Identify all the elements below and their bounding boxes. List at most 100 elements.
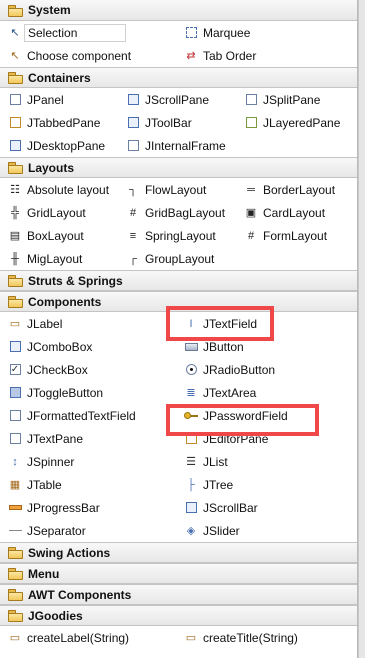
- tool-selection[interactable]: ↖ Selection: [0, 21, 176, 44]
- palette-item-jbutton[interactable]: JButton: [176, 335, 358, 358]
- key-icon: [184, 409, 198, 423]
- palette-item-jpasswordfield[interactable]: JPasswordField: [176, 404, 358, 427]
- category-layouts[interactable]: Layouts: [0, 157, 357, 178]
- spinner-icon: ↕: [12, 455, 18, 468]
- folder-icon: [8, 4, 23, 17]
- grid-layout-icon: ╬: [11, 206, 19, 219]
- category-menu[interactable]: Menu: [0, 563, 357, 584]
- tool-marquee[interactable]: Marquee: [176, 21, 358, 44]
- palette-item-flowlayout[interactable]: ┐ FlowLayout: [118, 178, 236, 201]
- category-swing-actions[interactable]: Swing Actions: [0, 542, 357, 563]
- palette-item-jinternalframe[interactable]: JInternalFrame: [118, 134, 236, 157]
- progressbar-icon: [8, 501, 22, 515]
- card-layout-icon: ▣: [245, 206, 257, 219]
- box-layout-icon: ▤: [9, 229, 21, 242]
- palette-item-jsplitpane[interactable]: JSplitPane: [236, 88, 358, 111]
- palette-item-jtogglebutton[interactable]: JToggleButton: [0, 381, 176, 404]
- scrollpane-icon: [126, 93, 140, 107]
- tree-icon: ├: [187, 478, 195, 491]
- textfield-icon: I: [189, 317, 193, 330]
- border-layout-icon: ═: [247, 183, 255, 196]
- label-icon: ▭: [9, 317, 21, 330]
- mig-layout-icon: ╫: [11, 252, 19, 265]
- palette-item-jeditorpane[interactable]: JEditorPane: [176, 427, 358, 450]
- palette-item-jtable[interactable]: ▦ JTable: [0, 473, 176, 496]
- palette-item-jcombobox[interactable]: JComboBox: [0, 335, 176, 358]
- button-icon: [184, 340, 198, 354]
- palette-scrollbar[interactable]: [358, 0, 365, 658]
- category-system[interactable]: System: [0, 0, 357, 21]
- palette-item-jlist[interactable]: ☰ JList: [176, 450, 358, 473]
- category-label: Components: [28, 294, 102, 309]
- category-jgoodies[interactable]: JGoodies: [0, 605, 357, 626]
- palette-item-jscrollbar[interactable]: JScrollBar: [176, 496, 358, 519]
- folder-icon: [8, 610, 23, 622]
- separator-icon: [8, 524, 22, 538]
- category-components[interactable]: Components: [0, 291, 357, 312]
- palette-item-miglayout[interactable]: ╫ MigLayout: [0, 247, 118, 270]
- layeredpane-icon: [244, 116, 258, 130]
- category-containers[interactable]: Containers: [0, 67, 357, 88]
- textpane-icon: [8, 432, 22, 446]
- folder-icon: [8, 568, 23, 580]
- palette-item-absolute-layout[interactable]: ☷ Absolute layout: [0, 178, 118, 201]
- panel-icon: [8, 93, 22, 107]
- radio-icon: [184, 363, 198, 377]
- palette-item-jtextpane[interactable]: JTextPane: [0, 427, 176, 450]
- category-label: Swing Actions: [28, 545, 111, 560]
- marquee-icon: [184, 26, 198, 40]
- palette-item-jtextarea[interactable]: ≣ JTextArea: [176, 381, 358, 404]
- palette-item-jcheckbox[interactable]: ✓ JCheckBox: [0, 358, 176, 381]
- table-icon: ▦: [9, 478, 21, 491]
- palette-item-jspinner[interactable]: ↕ JSpinner: [0, 450, 176, 473]
- palette-item-jtree[interactable]: ├ JTree: [176, 473, 358, 496]
- palette-item-jformattedtextfield[interactable]: JFormattedTextField: [0, 404, 176, 427]
- palette-item-create-title[interactable]: ▭ createTitle(String): [176, 626, 358, 649]
- palette-item-grouplayout[interactable]: ┌ GroupLayout: [118, 247, 236, 270]
- palette-item-gridbaglayout[interactable]: # GridBagLayout: [118, 201, 236, 224]
- palette-item-borderlayout[interactable]: ═ BorderLayout: [236, 178, 358, 201]
- internalframe-icon: [126, 139, 140, 153]
- tool-choose-component[interactable]: ↖ Choose component: [0, 44, 176, 67]
- formattedtextfield-icon: [8, 409, 22, 423]
- palette-item-jprogressbar[interactable]: JProgressBar: [0, 496, 176, 519]
- togglebutton-icon: [8, 386, 22, 400]
- palette-item-jradiobutton[interactable]: JRadioButton: [176, 358, 358, 381]
- folder-icon: [8, 296, 23, 308]
- palette-item-jlayeredpane[interactable]: JLayeredPane: [236, 111, 358, 134]
- category-label: Containers: [28, 70, 91, 85]
- desktoppane-icon: [8, 139, 22, 153]
- palette-item-springlayout[interactable]: ≡ SpringLayout: [118, 224, 236, 247]
- tool-tab-order[interactable]: ⇄ Tab Order: [176, 44, 358, 67]
- palette-item-gridlayout[interactable]: ╬ GridLayout: [0, 201, 118, 224]
- component-palette: System ↖ Selection Marquee ↖ Choose comp…: [0, 0, 358, 658]
- form-layout-icon: #: [247, 229, 255, 242]
- palette-item-formlayout[interactable]: # FormLayout: [236, 224, 358, 247]
- palette-item-create-label[interactable]: ▭ createLabel(String): [0, 626, 176, 649]
- palette-item-jtextfield[interactable]: I JTextField: [176, 312, 358, 335]
- group-layout-icon: ┌: [129, 252, 137, 265]
- palette-item-jtoolbar[interactable]: JToolBar: [118, 111, 236, 134]
- category-label: System: [28, 3, 71, 17]
- folder-icon: [8, 162, 23, 174]
- palette-item-jdesktoppane[interactable]: JDesktopPane: [0, 134, 118, 157]
- folder-icon: [8, 72, 23, 84]
- palette-item-cardlayout[interactable]: ▣ CardLayout: [236, 201, 358, 224]
- combobox-icon: [8, 340, 22, 354]
- palette-item-jtabbedpane[interactable]: JTabbedPane: [0, 111, 118, 134]
- toolbar-icon: [126, 116, 140, 130]
- palette-item-jlabel[interactable]: ▭ JLabel: [0, 312, 176, 335]
- slider-icon: ◈: [186, 524, 196, 537]
- palette-item-jscrollpane[interactable]: JScrollPane: [118, 88, 236, 111]
- palette-item-boxlayout[interactable]: ▤ BoxLayout: [0, 224, 118, 247]
- category-awt-components[interactable]: AWT Components: [0, 584, 357, 605]
- palette-item-jseparator[interactable]: JSeparator: [0, 519, 176, 542]
- palette-item-jslider[interactable]: ◈ JSlider: [176, 519, 358, 542]
- category-label: JGoodies: [28, 608, 83, 623]
- tabbedpane-icon: [8, 116, 22, 130]
- scrollbar-icon: [184, 501, 198, 515]
- editorpane-icon: [184, 432, 198, 446]
- palette-item-jpanel[interactable]: JPanel: [0, 88, 118, 111]
- folder-icon: [8, 275, 23, 287]
- category-struts-springs[interactable]: Struts & Springs: [0, 270, 357, 291]
